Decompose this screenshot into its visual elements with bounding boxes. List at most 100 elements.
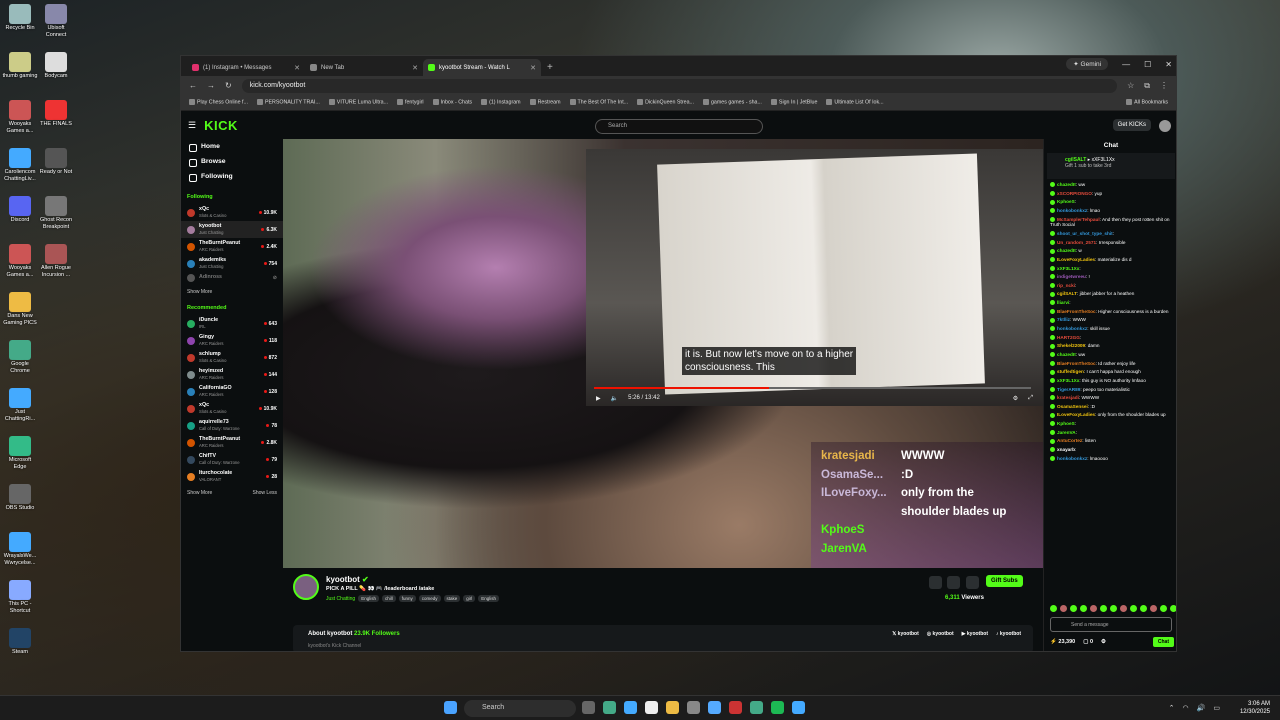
channel-item[interactable]: CaliforniaGO ARC Raiders 128 (187, 383, 277, 400)
desktop-icon[interactable]: THE FINALS (38, 100, 74, 128)
video-progress-bar[interactable] (594, 387, 1031, 389)
chat-username[interactable]: lliarvi (1057, 300, 1069, 305)
chat-username[interactable]: xSCORPIONGO (1057, 191, 1092, 196)
channel-item[interactable]: xQc Slots & Casino 10.9K (187, 400, 277, 417)
emote-icon[interactable] (1120, 605, 1127, 612)
chat-username[interactable]: JarenVA (1057, 430, 1076, 435)
chat-username[interactable]: AntuCortez (1057, 438, 1082, 443)
taskbar-app-icon[interactable] (771, 701, 784, 714)
taskbar-app-icon[interactable] (750, 701, 763, 714)
x-link[interactable]: 𝕏 kyootbot (892, 631, 919, 637)
video-player[interactable]: it is. But now let's move on to a higher… (283, 139, 1043, 568)
start-button[interactable] (444, 701, 460, 714)
get-kicks-button[interactable]: Get KICKs (1112, 119, 1151, 131)
desktop-icon[interactable]: WrayalsWe... Wwrycelse... (2, 532, 38, 567)
channel-item[interactable]: TheBurntPeanut ARC Raiders 2.4K (187, 238, 277, 255)
bookmark-item[interactable]: Play Chess Online f... (189, 99, 248, 106)
taskbar-search[interactable]: Search (464, 700, 576, 717)
tab-new[interactable]: New Tab ✕ (305, 59, 423, 76)
chat-username[interactable]: 7ktlliz (1057, 317, 1070, 322)
desktop-icon[interactable]: Wooyaks Games a... (2, 100, 38, 135)
user-avatar[interactable] (1159, 120, 1171, 132)
chat-send-button[interactable]: Chat (1152, 637, 1174, 647)
desktop-icon[interactable]: Allen Rogue Incursion ... (38, 244, 74, 279)
chat-username[interactable]: xXF3L1Xx (1057, 378, 1079, 383)
chat-username[interactable]: McSamplerTehpaul (1057, 217, 1100, 222)
taskbar-app-icon[interactable] (603, 701, 616, 714)
desktop-icon[interactable]: Discord (2, 196, 38, 224)
desktop-icon[interactable]: Steam (2, 628, 38, 656)
bookmark-item[interactable]: (1) Instagram (481, 99, 521, 106)
show-less-button[interactable]: Show Less (253, 490, 277, 496)
channel-item[interactable]: Adinross ⊘ (187, 272, 277, 284)
chat-username[interactable]: kratesjadi (1057, 395, 1079, 400)
channel-item[interactable]: Iturchocolate VALORANT 28 (187, 468, 277, 485)
bookmark-star-icon[interactable]: ☆ (1127, 81, 1134, 90)
battery-icon[interactable]: ▭ (1213, 704, 1220, 712)
chat-username[interactable]: chazedIt (1057, 248, 1076, 253)
chat-username[interactable]: chazedIt (1057, 182, 1076, 187)
close-tab-icon[interactable]: ✕ (294, 64, 300, 72)
chat-username[interactable]: rip_ncki (1057, 283, 1075, 288)
chat-username[interactable]: honkobonkxz (1057, 456, 1087, 461)
minimize-icon[interactable]: — (1122, 60, 1130, 69)
instagram-link[interactable]: ◎ kyootbot (927, 631, 954, 637)
stream-category[interactable]: Just Chatting (326, 596, 355, 602)
taskbar-app-icon[interactable] (645, 701, 658, 714)
chat-username[interactable]: shoot_ur_shot_type_shit (1057, 231, 1113, 236)
chat-username[interactable]: ILoveFoxyLadies (1057, 412, 1095, 417)
volume-icon[interactable]: 🔊 (1197, 704, 1206, 712)
stream-tag[interactable]: English (358, 595, 379, 602)
chat-username[interactable]: BlaeFromTheSoc (1057, 361, 1096, 366)
gemini-button[interactable]: ✦ Gemini (1066, 58, 1109, 70)
channel-item[interactable]: Gingy ARC Raiders 118 (187, 332, 277, 349)
chat-username[interactable]: HART2GG (1057, 335, 1080, 340)
tab-instagram[interactable]: (1) Instagram • Messages ✕ (187, 59, 305, 76)
taskbar-app-icon[interactable] (582, 701, 595, 714)
emote-icon[interactable] (1070, 605, 1077, 612)
channel-item[interactable]: TheBurntPeanut ARC Raiders 2.8K (187, 434, 277, 451)
stream-tag[interactable]: chill (381, 595, 396, 602)
bookmark-item[interactable]: VITURE Luma Ultra... (328, 99, 388, 106)
back-icon[interactable]: ← (189, 81, 197, 90)
new-tab-button[interactable]: + (547, 59, 553, 76)
chat-username[interactable]: BlaeFromTheSoc (1057, 309, 1096, 314)
points-display[interactable]: ⚡ 23,390 (1050, 639, 1075, 645)
chat-username[interactable]: ILoveFoxyLadies (1057, 257, 1095, 262)
desktop-icon[interactable]: Bodycam (38, 52, 74, 80)
chat-username[interactable]: honkobonkxz (1057, 326, 1087, 331)
bookmark-item[interactable]: Ultimate List Of Iok... (826, 99, 884, 106)
bookmark-item[interactable]: PERSONALITY TRAI... (256, 99, 320, 106)
heart-icon[interactable] (947, 576, 960, 589)
bookmark-item[interactable]: DickinQueen Strea... (637, 99, 694, 106)
taskbar-app-icon[interactable] (792, 701, 805, 714)
bookmark-item[interactable]: All Bookmarks (1126, 99, 1168, 106)
channel-item[interactable]: kyootbot Just Chatting 6.3K (181, 221, 283, 238)
streamer-name[interactable]: kyootbot ✔ (326, 575, 369, 584)
volume-icon[interactable]: 🔈 (611, 395, 618, 402)
stream-tag[interactable]: comedy (418, 595, 441, 602)
search-input[interactable]: Search (595, 119, 763, 134)
bookmark-item[interactable]: fentygirl (397, 99, 424, 106)
desktop-icon[interactable]: OBS Studio (2, 484, 38, 512)
desktop-icon[interactable]: Ready or Not (38, 148, 74, 176)
fullscreen-icon[interactable]: ⤢ (1028, 395, 1033, 402)
taskbar-app-icon[interactable] (708, 701, 721, 714)
bookmark-item[interactable]: games games - sha... (702, 99, 762, 106)
play-icon[interactable]: ▶ (596, 395, 601, 402)
gift-subs-button[interactable]: Gift Subs (986, 575, 1023, 587)
emote-icon[interactable] (1050, 605, 1057, 612)
desktop-icon[interactable]: thumb gaming (2, 52, 38, 80)
nav-following[interactable]: Following (187, 169, 277, 184)
desktop-icon[interactable]: Wooyaks Games a... (2, 244, 38, 279)
chat-input[interactable]: Send a message (1050, 617, 1172, 632)
kick-logo[interactable]: KICK (204, 118, 238, 133)
emote-icon[interactable] (1110, 605, 1117, 612)
emote-icon[interactable] (1080, 605, 1087, 612)
desktop-icon[interactable]: Ghost Recon Breakpoint (38, 196, 74, 231)
reload-icon[interactable]: ↻ (225, 81, 232, 90)
taskbar-app-icon[interactable] (666, 701, 679, 714)
desktop-icon[interactable]: Recycle Bin (2, 4, 38, 32)
chat-username[interactable]: stuffedtigen (1057, 369, 1084, 374)
emote-icon[interactable] (1140, 605, 1147, 612)
